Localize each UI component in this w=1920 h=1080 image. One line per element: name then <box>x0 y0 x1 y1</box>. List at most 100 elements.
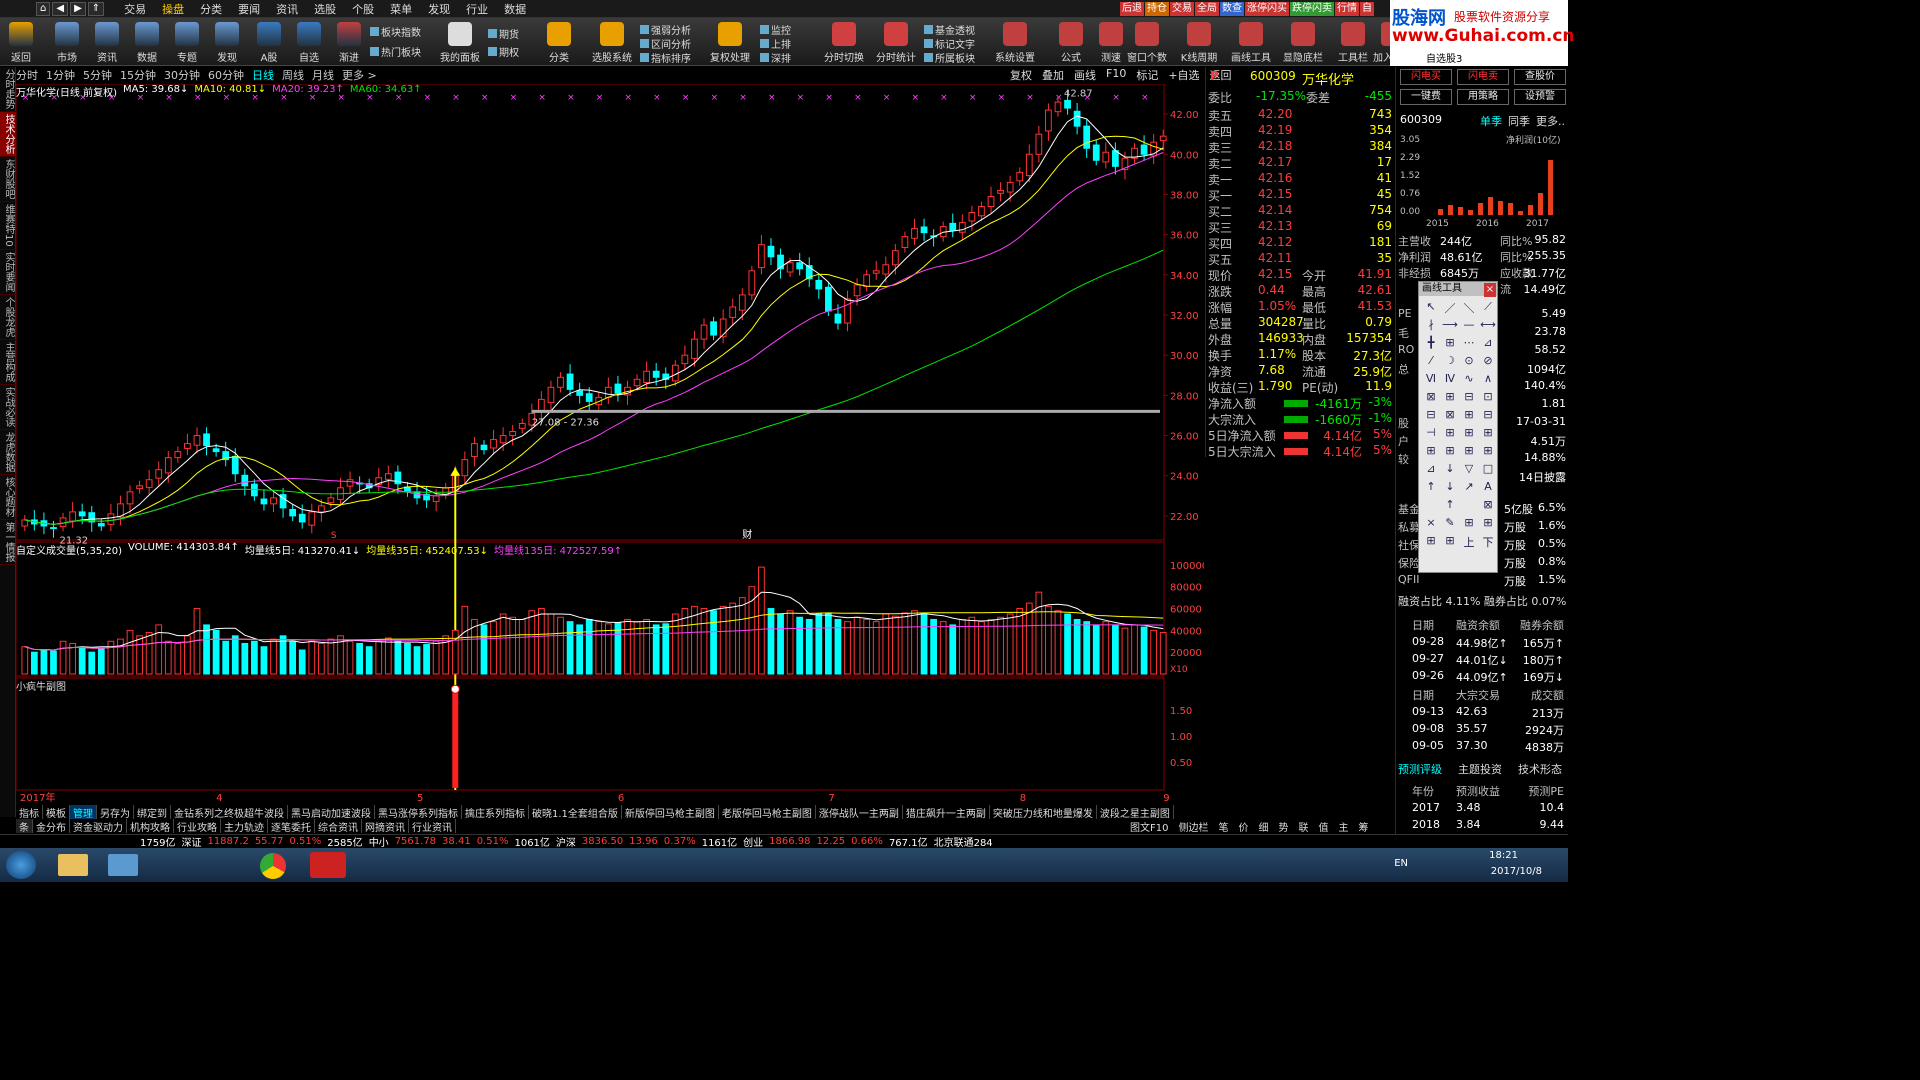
toolbar-button[interactable]: A股 <box>250 22 288 64</box>
draw-tool-icon[interactable]: ⊿ <box>1479 336 1497 354</box>
quick-action-button[interactable]: 一键费 <box>1400 89 1452 105</box>
draw-tool-icon[interactable]: ∿ <box>1460 372 1478 390</box>
period-tab[interactable]: 日线 <box>252 67 274 83</box>
info-tab[interactable]: 行业攻略 <box>174 819 221 834</box>
draw-tool-icon[interactable]: ↗ <box>1460 480 1478 498</box>
quick-action-button[interactable]: 闪电买 <box>1400 69 1452 85</box>
toolbar-small-button[interactable]: 监控 <box>760 22 791 37</box>
draw-tool-icon[interactable]: ⊞ <box>1460 408 1478 426</box>
rpanel-tab[interactable]: 更多.. <box>1536 113 1565 129</box>
toolbar-small-button[interactable]: 区间分析 <box>640 36 691 51</box>
toolbar-small-button[interactable]: 板块指数 <box>370 24 421 39</box>
toolbar-extra-button[interactable]: 窗口个数 <box>1124 22 1170 64</box>
draw-tool-icon[interactable]: ⊞ <box>1441 444 1459 462</box>
info-tab[interactable]: 主力轨迹 <box>221 819 268 834</box>
draw-tool-icon[interactable]: ⋯ <box>1460 336 1478 354</box>
period-tab[interactable]: 周线 <box>282 67 304 83</box>
view-tab[interactable]: 图文F10 <box>1130 819 1168 834</box>
toolbar-button[interactable]: 自选 <box>290 22 328 64</box>
draw-tool-icon[interactable]: ⟷ <box>1479 318 1497 336</box>
view-tab[interactable]: 价 <box>1238 819 1248 834</box>
side-tab[interactable]: 东财股吧 <box>0 157 16 202</box>
info-tab[interactable]: 金分布 <box>33 819 70 834</box>
formula-tab[interactable]: 黑马涨停系列指标 <box>375 805 462 819</box>
side-tab[interactable]: 第一情报 <box>0 520 16 565</box>
period-tab[interactable]: 月线 <box>312 67 334 83</box>
draw-tool-icon[interactable]: ⊟ <box>1479 408 1497 426</box>
menu-item[interactable]: 分类 <box>192 1 230 17</box>
toolbar-small-button[interactable]: 深排 <box>760 50 791 65</box>
formula-tab[interactable]: 破晓1.1全套组合版 <box>529 805 622 819</box>
draw-tool-icon[interactable]: ↓ <box>1441 462 1459 480</box>
toolbar-button[interactable]: 资讯 <box>88 22 126 64</box>
draw-tool-icon[interactable]: A <box>1479 480 1497 498</box>
draw-tool-icon[interactable]: ∧ <box>1479 372 1497 390</box>
period-tab[interactable]: 5分钟 <box>83 67 112 83</box>
quick-tag[interactable]: 后退 <box>1120 2 1144 16</box>
toolbar-button[interactable]: 发现 <box>208 22 246 64</box>
side-tab[interactable]: 主营构成 <box>0 340 16 385</box>
period-tab[interactable]: 15分钟 <box>120 67 156 83</box>
view-tab[interactable]: 势 <box>1278 819 1288 834</box>
rating-tab[interactable]: 预测评级 <box>1398 761 1442 777</box>
quick-tag[interactable]: 涨停闪买 <box>1245 2 1289 16</box>
toolbar-button[interactable]: 渐进 <box>330 22 368 64</box>
draw-tool-icon[interactable]: ⊞ <box>1422 444 1440 462</box>
formula-tab[interactable]: 另存为 <box>97 805 134 819</box>
draw-tool-icon[interactable]: □ <box>1479 462 1497 480</box>
draw-tool-icon[interactable]: ⟶ <box>1441 318 1459 336</box>
formula-tab[interactable]: 指标 <box>16 805 43 819</box>
formula-tab[interactable]: 模板 <box>43 805 70 819</box>
draw-tool-icon[interactable]: ＼ <box>1460 300 1478 318</box>
up-icon[interactable]: ⇑ <box>87 1 105 16</box>
view-tab[interactable]: 笔 <box>1218 819 1228 834</box>
chart-tool-button[interactable]: 叠加 <box>1042 67 1064 83</box>
menu-item[interactable]: 个股 <box>344 1 382 17</box>
view-tab[interactable]: 细 <box>1258 819 1268 834</box>
bid-row[interactable]: 买五 42.11 35 <box>1206 251 1396 267</box>
draw-tool-icon[interactable]: × <box>1422 516 1440 534</box>
quick-tag[interactable]: 持仓 <box>1145 2 1169 16</box>
menu-item[interactable]: 数据 <box>496 1 534 17</box>
side-tab[interactable]: 龙虎数据 <box>0 430 16 475</box>
draw-tool-icon[interactable]: Ⅳ <box>1441 372 1459 390</box>
draw-tool-icon[interactable]: ⊣ <box>1422 426 1440 444</box>
draw-tool-icon[interactable]: ⊘ <box>1479 354 1497 372</box>
bid-row[interactable]: 买二 42.14 754 <box>1206 203 1396 219</box>
draw-tool-icon[interactable]: ⊞ <box>1441 534 1459 552</box>
draw-tool-icon[interactable]: ✎ <box>1441 516 1459 534</box>
formula-tab[interactable]: 擒庄系列指标 <box>462 805 529 819</box>
info-tab[interactable]: 逐笔委托 <box>268 819 315 834</box>
rating-tab[interactable]: 技术形态 <box>1518 761 1562 777</box>
view-tab[interactable]: 联 <box>1298 819 1308 834</box>
draw-tool-icon[interactable]: ⊞ <box>1460 426 1478 444</box>
draw-tool-icon[interactable]: ↑ <box>1441 498 1459 516</box>
chart-tool-button[interactable]: +自选 <box>1168 67 1199 83</box>
draw-tool-icon[interactable]: ↓ <box>1441 480 1459 498</box>
quick-action-button[interactable]: 查股价 <box>1514 69 1566 85</box>
stock-select-button[interactable]: 选股系统 <box>590 22 634 64</box>
chrome-icon[interactable] <box>260 853 286 879</box>
draw-tool-icon[interactable] <box>1422 498 1440 516</box>
draw-tool-icon[interactable]: ⊞ <box>1479 426 1497 444</box>
toolbar-small-button[interactable]: 所属板块 <box>924 50 975 65</box>
rpanel-tab[interactable]: 单季 <box>1480 113 1502 129</box>
draw-tool-icon[interactable]: ⊞ <box>1479 444 1497 462</box>
quick-tag[interactable]: 全局 <box>1195 2 1219 16</box>
draw-tool-icon[interactable]: ⊠ <box>1441 408 1459 426</box>
draw-tool-icon[interactable]: ⊿ <box>1422 462 1440 480</box>
view-tab[interactable]: 值 <box>1318 819 1328 834</box>
draw-tool-icon[interactable]: ↖ <box>1422 300 1440 318</box>
draw-tool-icon[interactable]: ∤ <box>1422 318 1440 336</box>
kline-chart[interactable]: 42.00 40.00 38.00 36.00 34.00 32.00 30.00 28.00… <box>16 84 1204 804</box>
draw-tool-icon[interactable]: ／ <box>1441 300 1459 318</box>
draw-tool-icon[interactable]: ⊟ <box>1422 408 1440 426</box>
draw-tool-icon[interactable]: ☽ <box>1441 354 1459 372</box>
formula-tab[interactable]: 黑马启动加速波段 <box>288 805 375 819</box>
quick-tag[interactable]: 行情 <box>1335 2 1359 16</box>
app-icon[interactable] <box>310 852 346 878</box>
quick-tag[interactable]: 自 <box>1360 2 1374 16</box>
info-tab[interactable]: 网摘资讯 <box>362 819 409 834</box>
toolbar-small-button[interactable]: 标记文字 <box>924 36 975 51</box>
toolbar-extra-button[interactable]: 系统设置 <box>992 22 1038 64</box>
